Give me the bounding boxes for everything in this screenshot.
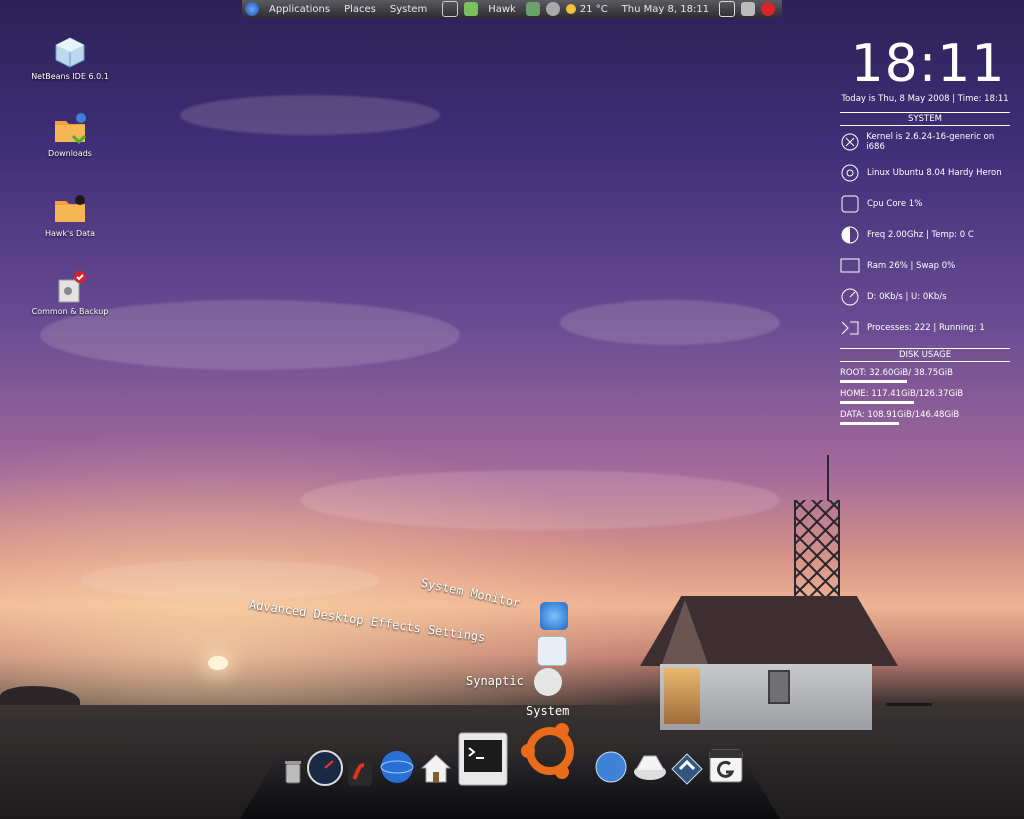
desktop-icon-label: Downloads [48,149,92,158]
cpu-row: Cpu Core 1% [840,188,1010,219]
freq-icon [840,225,860,245]
processes-row: Processes: 222 | Running: 1 [840,312,1010,343]
ram-row: Ram 26% | Swap 0% [840,250,1010,281]
cloud [180,95,440,135]
desktop-icon-downloads[interactable]: Downloads [25,112,115,158]
shutdown-icon[interactable] [761,2,776,16]
conky-clock: 18:11 [850,34,1006,94]
lifeguard-tower [794,500,840,604]
distro-icon [840,163,860,183]
system-monitor-icon[interactable] [540,602,568,630]
disk-usage-bar [840,380,907,383]
applications-menu[interactable]: Applications [262,4,337,15]
kernel-icon [840,132,859,152]
gimp-icon[interactable] [708,748,744,784]
conky-widget: 18:11 Today is Thu, 8 May 2008 | Time: 1… [840,35,1010,425]
terminal-icon[interactable] [458,732,508,786]
disk-home: HOME: 117.41GiB/126.37GiB [840,389,1010,404]
cube-icon [53,35,87,69]
house-window [768,670,790,704]
disk-data: DATA: 108.91GiB/146.48GiB [840,410,1010,425]
clock-icon[interactable] [306,749,344,787]
network-speed-icon [840,287,860,307]
weather-sun-icon[interactable] [565,4,576,14]
stack-title-system: System [526,704,570,718]
ubuntu-menu-icon[interactable] [245,2,259,16]
desktop-effects-icon[interactable] [537,636,567,666]
kernel-row: Kernel is 2.6.24-16-generic on i686 [840,126,1010,157]
folder-icon [53,192,87,226]
picnic-bench [886,703,932,722]
top-panel: Applications Places System Hawk 21 °C Th… [242,0,782,18]
disk-cleaner-icon[interactable] [632,752,668,782]
house-door [664,668,700,724]
ubuntu-icon[interactable] [514,717,586,785]
system-section-title: SYSTEM [840,112,1010,126]
network-globe-icon[interactable] [594,750,628,784]
cpu-icon [840,194,860,214]
system-menu[interactable]: System [383,4,434,15]
freq-row: Freq 2.00Ghz | Temp: 0 C [840,219,1010,250]
ram-icon [840,256,860,276]
disk-usage-bar [840,401,914,404]
panel-clock[interactable]: Thu May 8, 18:11 [615,4,716,15]
cloud [300,470,780,530]
desktop-icon-netbeans[interactable]: NetBeans IDE 6.0.1 [25,35,115,81]
disk-root: ROOT: 32.60GiB/ 38.75GiB [840,368,1010,383]
update-manager-icon[interactable] [670,752,704,786]
network-icon[interactable] [525,2,540,16]
places-menu[interactable]: Places [337,4,383,15]
disk-usage-bar [840,422,899,425]
display-icon[interactable] [719,1,736,17]
folder-icon [53,112,87,146]
network-row: D: 0Kb/s | U: 0Kb/s [840,281,1010,312]
desktop-icon-common-backup[interactable]: Common & Backup [25,270,115,316]
desktop-icon-label: Hawk's Data [44,229,96,238]
processes-icon [840,318,860,338]
desktop-icon-label: NetBeans IDE 6.0.1 [31,72,109,81]
trash-panel-icon[interactable] [741,2,756,16]
cloud [80,560,380,600]
desktop-icon-label: Common & Backup [31,307,109,316]
flash-icon[interactable] [346,758,374,788]
weather-temperature[interactable]: 21 °C [579,4,615,15]
user-name[interactable]: Hawk [481,4,523,15]
sun [208,656,228,670]
conky-date-line: Today is Thu, 8 May 2008 | Time: 18:11 [841,94,1009,104]
home-icon[interactable] [420,752,452,784]
drive-icon [53,270,87,304]
synaptic-icon[interactable] [534,668,562,696]
desktop-icon-hawks-data[interactable]: Hawk's Data [25,192,115,238]
globe-icon[interactable] [380,750,414,784]
distro-row: Linux Ubuntu 8.04 Hardy Heron [840,157,1010,188]
settings-gear-icon[interactable] [545,2,560,16]
cloud [560,300,780,345]
trash-icon[interactable] [284,760,302,784]
show-desktop-icon[interactable] [442,1,459,17]
stack-item-synaptic[interactable]: Synaptic [466,674,524,688]
tower-mast [827,455,829,501]
workspace-switcher-icon[interactable] [464,2,479,16]
disk-section-title: DISK USAGE [840,348,1010,362]
